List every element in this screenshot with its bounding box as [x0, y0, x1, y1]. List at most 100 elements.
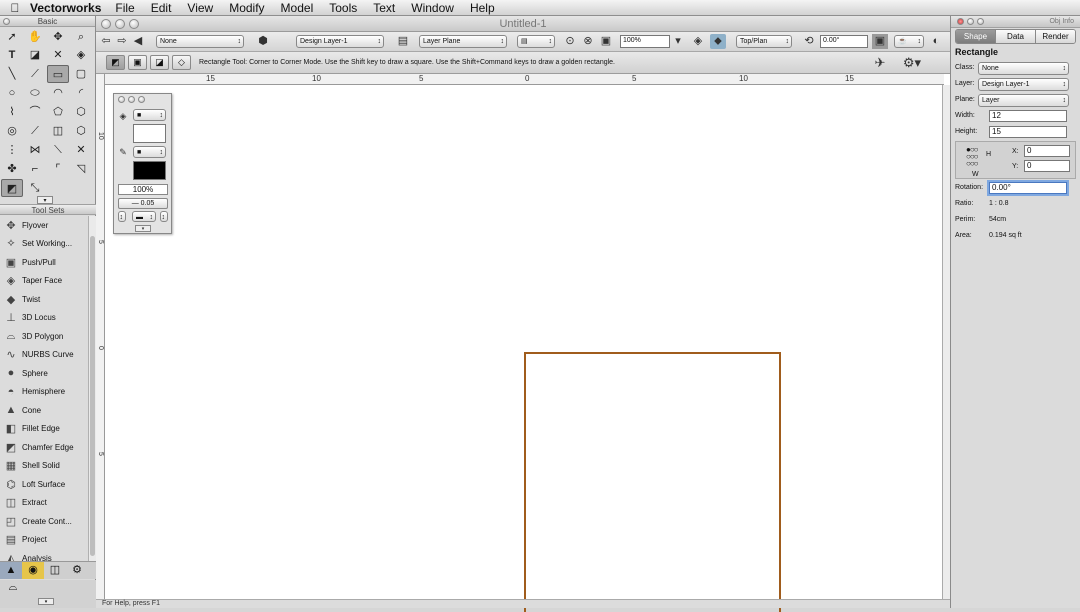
flyover-tool-icon[interactable]: ✥ — [47, 28, 69, 46]
menu-tools[interactable]: Tools — [329, 1, 357, 15]
tool-set-item[interactable]: ◈ Taper Face — [0, 272, 88, 291]
tool-set-item[interactable]: ∿ NURBS Curve — [0, 346, 88, 365]
zoom-fit-icon[interactable]: ⊙ — [562, 34, 578, 49]
reshape-tool-icon[interactable]: ⋈ — [24, 141, 46, 159]
split-tool-icon[interactable]: ✕ — [70, 141, 92, 159]
oval-tool-icon[interactable]: ⬭ — [24, 84, 46, 102]
obj-info-zoom-icon[interactable] — [977, 18, 984, 25]
clip-tool-icon[interactable]: ◹ — [70, 160, 92, 178]
plan-rotation-input[interactable]: 0.00° — [820, 35, 868, 48]
center-corner-mode-button[interactable]: ▣ — [128, 55, 147, 70]
pen-style-dropdown[interactable]: ■ — [133, 146, 166, 158]
tool-set-item[interactable]: ✥ Flyover — [0, 216, 88, 235]
pan-tool-icon[interactable]: ✋ — [24, 28, 46, 46]
dimension-tool-icon[interactable]: ⤡ — [24, 179, 46, 197]
tool-set-item[interactable]: ◆ Twist — [0, 290, 88, 309]
rounded-rectangle-tool-icon[interactable]: ▢ — [70, 65, 92, 83]
y-field[interactable]: 0 — [1024, 160, 1070, 172]
eyedropper-tool-icon[interactable]: ⟋ — [24, 122, 46, 140]
menu-file[interactable]: File — [115, 1, 134, 15]
tool-set-item[interactable]: ◧ Fillet Edge — [0, 420, 88, 439]
tool-set-item[interactable]: ▤ Project — [0, 531, 88, 550]
selection-tool-icon[interactable]: ➚ — [1, 28, 23, 46]
menu-text[interactable]: Text — [373, 1, 395, 15]
obj-info-minimize-icon[interactable] — [967, 18, 974, 25]
dims-set-icon[interactable]: ◫ — [44, 562, 66, 579]
rectangle-tool-icon[interactable]: ▭ — [47, 65, 69, 83]
rotation-lock-icon[interactable]: ▣ — [872, 34, 888, 49]
freehand-tool-icon[interactable]: ⌇ — [1, 103, 23, 121]
circle-tool-icon[interactable]: ○ — [1, 84, 23, 102]
line-weight-dropdown[interactable]: — 0.05 — [118, 198, 168, 209]
arrow-start-dropdown[interactable] — [118, 211, 126, 222]
layer-options-icon[interactable]: ▤ — [393, 34, 413, 49]
menu-help[interactable]: Help — [470, 1, 495, 15]
menu-modify[interactable]: Modify — [229, 1, 264, 15]
forward-icon[interactable]: ⇨ — [114, 34, 130, 49]
drawn-rectangle[interactable] — [524, 352, 781, 612]
tool-set-item[interactable]: ● Sphere — [0, 364, 88, 383]
attribute-mapping-icon[interactable]: ◈ — [70, 46, 92, 64]
apple-menu-icon[interactable]:  — [0, 1, 30, 15]
canvas-vertical-scrollbar[interactable] — [942, 85, 950, 600]
tool-set-item[interactable]: ⟡ Set Working... — [0, 235, 88, 254]
opacity-field[interactable]: 100% — [118, 184, 168, 195]
visualization-set-icon[interactable]: ◉ — [22, 562, 44, 579]
active-layer-dropdown[interactable]: Design Layer-1 — [296, 35, 384, 48]
fill-style-dropdown[interactable]: ■ — [133, 109, 166, 121]
zoom-objects-icon[interactable]: ⊗ — [580, 34, 596, 49]
corner-to-corner-mode-button[interactable]: ◩ — [106, 55, 125, 70]
zoom-page-icon[interactable]: ▣ — [598, 34, 614, 49]
standard-view-dropdown[interactable]: Top/Plan — [736, 35, 792, 48]
building-set-icon[interactable]: ⚙ — [66, 562, 88, 579]
locus-tool-icon[interactable]: ✕ — [47, 46, 69, 64]
tool-preferences-gear-icon[interactable]: ⚙▾ — [900, 55, 924, 70]
edge-mode-button[interactable]: ◪ — [150, 55, 169, 70]
attributes-collapse-icon[interactable]: ▾ — [135, 225, 151, 232]
offset-tool-icon[interactable]: ⬡ — [70, 122, 92, 140]
polygon-tool-icon[interactable]: ⬠ — [47, 103, 69, 121]
layer-visibility-icon[interactable]: ⬢ — [255, 34, 271, 49]
tool-set-item[interactable]: ◫ Extract — [0, 494, 88, 513]
obj-info-close-icon[interactable] — [957, 18, 964, 25]
width-field[interactable]: 12 — [989, 110, 1067, 122]
render-mode-icon[interactable]: ⬥ — [710, 34, 726, 49]
drawing-canvas[interactable]: 15 10 5 0 5 10 15 10 5 0 5 For Help, pre… — [96, 74, 950, 612]
mirror-tool-icon[interactable]: ⋮ — [1, 141, 23, 159]
zoom-input[interactable]: 100% — [620, 35, 670, 48]
polyline-tool-icon[interactable]: ⌒ — [24, 103, 46, 121]
zoom-tool-icon[interactable]: ⌕ — [70, 28, 92, 46]
trim-tool-icon[interactable]: ⟍ — [47, 141, 69, 159]
rotate-plan-icon[interactable]: ⟲ — [801, 34, 817, 49]
layer-dropdown[interactable]: Design Layer-1 — [978, 78, 1069, 91]
class-visibility-icon[interactable]: ◀ — [130, 34, 146, 49]
visibility-options-icon[interactable]: ◐ — [928, 34, 944, 49]
menu-app-name[interactable]: Vectorworks — [30, 1, 101, 15]
class-dropdown[interactable]: None — [978, 62, 1069, 75]
tab-render[interactable]: Render — [1036, 30, 1075, 43]
pen-color-swatch[interactable] — [133, 161, 166, 180]
rotated-mode-button[interactable]: ◇ — [172, 55, 191, 70]
double-line-tool-icon[interactable]: ⟋ — [24, 65, 46, 83]
arrow-end-dropdown[interactable] — [160, 211, 168, 222]
projection-icon[interactable]: ◈ — [690, 34, 706, 49]
basic-palette-close-icon[interactable] — [3, 18, 10, 25]
basic-palette-collapse-icon[interactable]: ▾ — [37, 196, 53, 204]
active-class-dropdown[interactable]: None — [156, 35, 244, 48]
workspace-icon[interactable]: ⌓ — [3, 581, 23, 597]
fill-color-swatch[interactable] — [133, 124, 166, 143]
attribute-tool-icon[interactable]: ◩ — [1, 179, 23, 197]
attributes-close-icon[interactable] — [118, 96, 125, 103]
rotation-field[interactable]: 0.00° — [989, 182, 1067, 194]
tool-sets-scroll-thumb[interactable] — [90, 236, 95, 556]
spiral-tool-icon[interactable]: ◎ — [1, 122, 23, 140]
tool-set-item[interactable]: ▦ Shell Solid — [0, 457, 88, 476]
tool-set-item[interactable]: ▲ Cone — [0, 401, 88, 420]
tool-set-item[interactable]: ⊥ 3D Locus — [0, 309, 88, 328]
tool-set-item[interactable]: ⌓ 3D Polygon — [0, 327, 88, 346]
menu-model[interactable]: Model — [281, 1, 314, 15]
back-icon[interactable]: ⇦ — [98, 34, 114, 49]
tool-set-item[interactable]: ◓ Hemisphere — [0, 383, 88, 402]
modeling-set-icon[interactable]: ▲ — [0, 562, 22, 579]
menu-view[interactable]: View — [187, 1, 213, 15]
